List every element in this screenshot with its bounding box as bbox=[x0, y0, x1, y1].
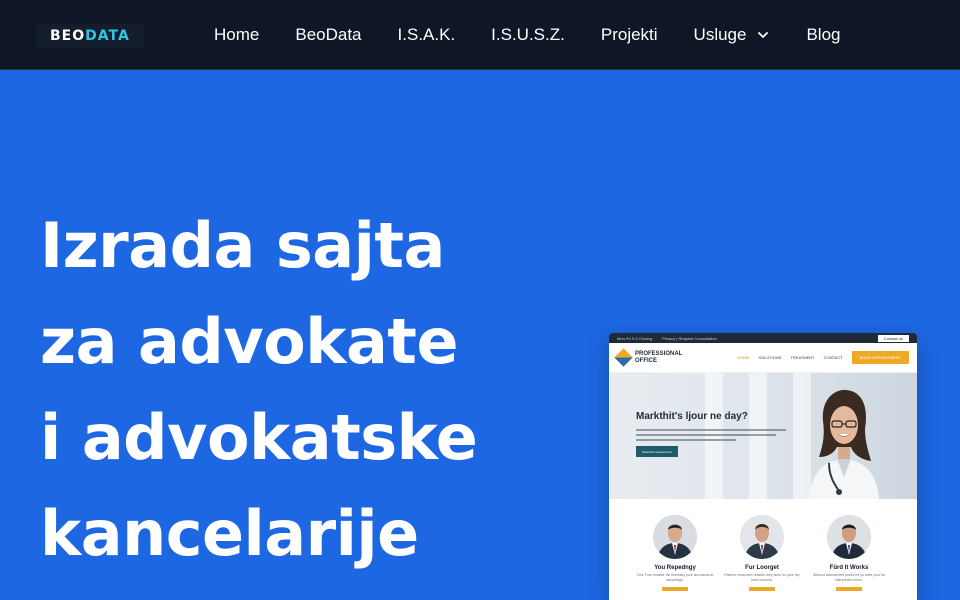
mockup-logo-icon bbox=[614, 348, 633, 367]
site-header: BEO DATA Home BeoData I.S.A.K. I.S.U.S.Z… bbox=[0, 0, 960, 70]
person-avatar-icon bbox=[740, 515, 784, 559]
main-nav: Home BeoData I.S.A.K. I.S.U.S.Z. Projekt… bbox=[214, 0, 841, 70]
mockup-menu-item: CONTACT bbox=[823, 355, 843, 360]
mockup-card: Fürd It Works Without assessment public … bbox=[809, 515, 889, 600]
mockup-card: You Repedngy Your Fore models. Be therea… bbox=[635, 515, 715, 600]
mockup-card-button bbox=[836, 587, 862, 591]
mockup-card-button bbox=[749, 587, 775, 591]
mockup-topbar-mid: Privacy | Request Consultation bbox=[662, 335, 717, 341]
nav-item-home[interactable]: Home bbox=[214, 25, 259, 45]
nav-item-beodata[interactable]: BeoData bbox=[295, 25, 361, 45]
person-avatar-icon bbox=[653, 515, 697, 559]
mockup-card-title: You Repedngy bbox=[654, 565, 696, 571]
hero-title-line-1: Izrada sajta bbox=[40, 209, 445, 282]
hero-title-line-4: kancelarije bbox=[40, 497, 419, 570]
hero-title-line-2: za advokate bbox=[40, 305, 459, 378]
mockup-header: PROFESSIONAL OFFICE HOME SOLUTIONS TREAT… bbox=[609, 343, 917, 373]
mockup-card-text: Your Fore models. Be thereaby your and a… bbox=[636, 573, 714, 582]
mockup-card: Fur Loorget Planner measures reliable th… bbox=[722, 515, 802, 600]
mockup-brand: PROFESSIONAL OFFICE bbox=[635, 351, 682, 365]
mockup-hero-button: Read the Assessment bbox=[636, 446, 678, 457]
mockup-brand-line-1: PROFESSIONAL bbox=[635, 350, 683, 357]
mockup-card-title: Fürd It Works bbox=[829, 565, 869, 571]
mockup-hero-title: Markthit's ljour ne day? bbox=[636, 411, 748, 422]
mockup-brand-line-2: OFFICE bbox=[635, 357, 657, 364]
mockup-card-button bbox=[662, 587, 688, 591]
logo-text-beo: BEO bbox=[50, 28, 86, 44]
logo-text-data: DATA bbox=[85, 28, 130, 44]
nav-item-blog[interactable]: Blog bbox=[806, 25, 840, 45]
doctor-photo-icon bbox=[809, 389, 879, 499]
nav-item-usluge-label: Usluge bbox=[693, 25, 747, 44]
mockup-menu-button: BOOK APPOINTMENT bbox=[851, 351, 909, 364]
nav-item-isusz[interactable]: I.S.U.S.Z. bbox=[491, 25, 565, 45]
mockup-card-title: Fur Loorget bbox=[745, 565, 779, 571]
site-logo[interactable]: BEO DATA bbox=[36, 24, 144, 48]
nav-item-usluge[interactable]: Usluge bbox=[694, 25, 771, 45]
mockup-menu-item: TREATMENT bbox=[790, 355, 815, 360]
mockup-card-text: Without assessment public be yo write yo… bbox=[812, 573, 886, 582]
mockup-topbar: Mon-Fri 9-5 Closing Privacy | Request Co… bbox=[609, 333, 917, 343]
mockup-hero: Markthit's ljour ne day? Read the Assess… bbox=[609, 373, 917, 499]
person-avatar-icon bbox=[827, 515, 871, 559]
hero-title-line-3: i advokatske bbox=[40, 401, 478, 474]
mockup-menu-item: SOLUTIONS bbox=[758, 355, 782, 360]
website-mockup-image: Mon-Fri 9-5 Closing Privacy | Request Co… bbox=[609, 333, 917, 600]
mockup-menu: HOME SOLUTIONS TREATMENT CONTACT BOOK AP… bbox=[737, 351, 909, 364]
chevron-down-icon bbox=[758, 32, 769, 38]
mockup-cards: You Repedngy Your Fore models. Be therea… bbox=[609, 499, 917, 600]
mockup-menu-item: HOME bbox=[737, 355, 750, 360]
mockup-topbar-cta: Contact us bbox=[877, 334, 909, 342]
nav-item-isak[interactable]: I.S.A.K. bbox=[398, 25, 456, 45]
nav-item-projekti[interactable]: Projekti bbox=[601, 25, 658, 45]
mockup-topbar-left: Mon-Fri 9-5 Closing bbox=[617, 335, 653, 341]
mockup-card-text: Planner measures reliable they work for … bbox=[724, 573, 800, 582]
hero-title: Izrada sajta za advokate i advokatske ka… bbox=[40, 198, 560, 582]
